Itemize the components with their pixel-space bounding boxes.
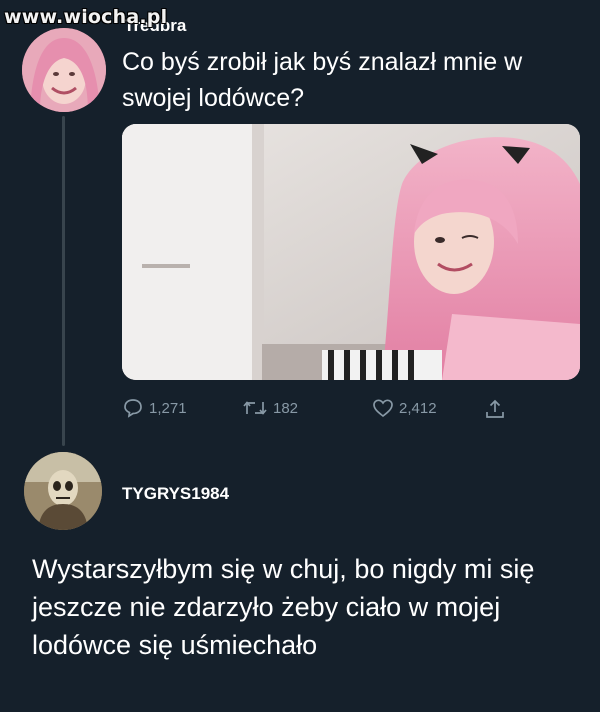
tweet-action-row: 1,271 182 2,412 bbox=[122, 398, 542, 420]
reply-avatar-image bbox=[24, 452, 102, 530]
reply-action[interactable]: 1,271 bbox=[122, 398, 187, 418]
retweet-count: 182 bbox=[273, 399, 299, 417]
reply-text: Wystarszyłbym się w chuj, bo nigdy mi si… bbox=[32, 554, 535, 660]
reply-author-username[interactable]: TYGRYS1984 bbox=[122, 484, 229, 504]
retweet-action[interactable]: 182 bbox=[242, 398, 298, 418]
like-count: 2,412 bbox=[399, 399, 437, 417]
like-action[interactable]: 2,412 bbox=[372, 398, 437, 418]
author-avatar[interactable] bbox=[22, 28, 106, 112]
tweet-photo bbox=[122, 124, 580, 380]
share-action[interactable] bbox=[484, 398, 506, 420]
heart-icon bbox=[373, 399, 393, 418]
tweet-text: Co byś zrobił jak byś znalazł mnie w swo… bbox=[122, 48, 523, 112]
share-icon bbox=[486, 399, 504, 418]
comment-icon bbox=[124, 399, 142, 418]
tweet-media-image[interactable] bbox=[122, 124, 580, 380]
watermark: www.wiocha.pl bbox=[4, 6, 168, 28]
thread-connector-line bbox=[62, 116, 65, 446]
author-avatar-image bbox=[22, 28, 106, 112]
reply-count: 1,271 bbox=[149, 399, 187, 417]
reply-author-avatar[interactable] bbox=[24, 452, 102, 530]
retweet-icon bbox=[243, 401, 267, 415]
